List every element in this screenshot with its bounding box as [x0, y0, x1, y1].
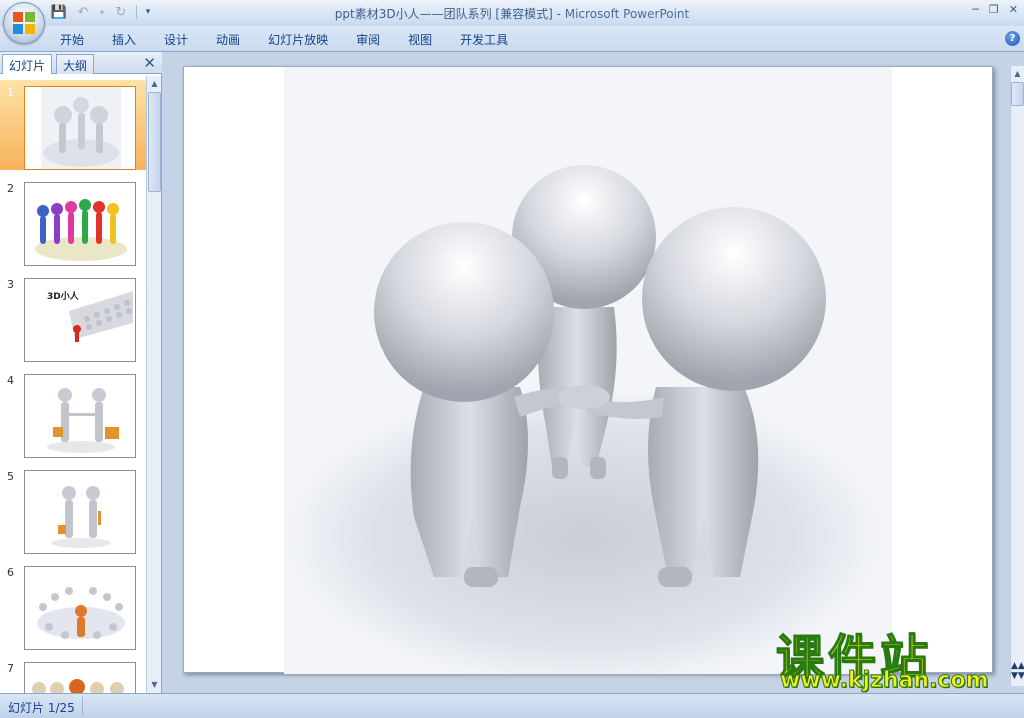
watermark-url-text: www.kjzhan.com — [780, 668, 990, 694]
tab-slideshow[interactable]: 幻灯片放映 — [268, 31, 328, 48]
window-title: ppt素材3D小人——团队系列 [兼容模式] - Microsoft Power… — [0, 5, 1024, 22]
tab-slides[interactable]: 幻灯片 — [2, 54, 53, 74]
window-controls: ─ ❐ ✕ — [972, 3, 1018, 16]
slide-indicator: 幻灯片 1/25 — [8, 701, 75, 715]
status-bar: 幻灯片 1/25 — [0, 693, 1024, 718]
slide-preview — [24, 374, 136, 458]
previous-slide-icon[interactable]: ▲▲ — [1011, 661, 1024, 671]
ribbon-tabs: 开始 插入 设计 动画 幻灯片放映 审阅 视图 开发工具 — [60, 31, 536, 48]
office-logo-icon — [13, 12, 35, 34]
slide-thumbnail-1[interactable]: 1 — [0, 80, 146, 170]
help-icon[interactable]: ? — [1005, 31, 1020, 46]
slide-editor: ▲ ▲▲ ▼▼ — [163, 52, 1024, 693]
restore-icon[interactable]: ❐ — [989, 3, 999, 16]
slide-thumbnail-6[interactable]: 6 — [0, 560, 146, 650]
team-huddle-thumbnail-icon — [41, 87, 121, 169]
handshake-thumbnail-icon — [47, 388, 119, 453]
scroll-up-icon[interactable]: ▲ — [1011, 67, 1024, 80]
crowd-thumbnail-icon — [69, 291, 133, 342]
tab-developer[interactable]: 开发工具 — [460, 31, 508, 48]
slide-preview: 3D小人 — [24, 278, 136, 362]
office-button[interactable] — [3, 2, 45, 44]
slide-image — [284, 67, 892, 687]
scroll-down-icon[interactable]: ▼ — [148, 678, 161, 691]
heads-row-thumbnail-icon — [32, 679, 124, 693]
tab-review[interactable]: 审阅 — [356, 31, 380, 48]
slide-thumbnail-3[interactable]: 3 3D小人 — [0, 272, 146, 362]
thumbnail-list: 1 2 3 3D小人 4 5 6 7 — [0, 76, 146, 693]
tab-insert[interactable]: 插入 — [112, 31, 136, 48]
close-pane-icon[interactable]: ✕ — [143, 54, 156, 72]
slide-preview — [24, 182, 136, 266]
status-divider — [82, 697, 83, 715]
businessmen-thumbnail-icon — [51, 486, 111, 548]
scroll-up-icon[interactable]: ▲ — [148, 77, 161, 90]
colorful-team-thumbnail-icon — [35, 199, 127, 261]
slide-caption: 3D小人 — [47, 292, 79, 302]
thumbnail-scrollbar[interactable]: ▲ ▼ — [146, 76, 161, 693]
slide-number: 5 — [7, 470, 14, 483]
slide-scrollbar[interactable]: ▲ — [1010, 66, 1024, 686]
tab-home[interactable]: 开始 — [60, 31, 84, 48]
app-name: Microsoft PowerPoint — [564, 7, 690, 21]
slide-thumbnail-5[interactable]: 5 — [0, 464, 146, 554]
title-separator: - — [552, 7, 565, 21]
tab-view[interactable]: 视图 — [408, 31, 432, 48]
minimize-icon[interactable]: ─ — [972, 3, 979, 16]
slide-number: 4 — [7, 374, 14, 387]
slides-pane: 幻灯片 大纲 ✕ 1 2 3 3D小人 4 5 6 7 ▲ ▼ — [0, 52, 162, 693]
slide-number: 6 — [7, 566, 14, 579]
document-title: ppt素材3D小人——团队系列 [兼容模式] — [334, 7, 553, 21]
pane-tab-bar: 幻灯片 大纲 ✕ — [0, 52, 162, 74]
scrollbar-thumb[interactable] — [148, 92, 161, 192]
circle-team-thumbnail-icon — [37, 587, 125, 639]
slide-number: 1 — [7, 86, 14, 99]
tab-outline[interactable]: 大纲 — [56, 54, 95, 74]
scrollbar-thumb[interactable] — [1011, 82, 1024, 106]
slide-number: 2 — [7, 182, 14, 195]
slide-preview — [24, 566, 136, 650]
slide-number: 3 — [7, 278, 14, 291]
watermark-logo: 课件站 www.kjzhan.com — [775, 618, 1006, 694]
slide-thumbnail-4[interactable]: 4 — [0, 368, 146, 458]
slide-thumbnail-2[interactable]: 2 — [0, 176, 146, 266]
slide-navigation: ▲▲ ▼▼ — [1011, 661, 1024, 681]
title-bar: 💾 ↶ ▾ ↻ ▾ ppt素材3D小人——团队系列 [兼容模式] - Micro… — [0, 0, 1024, 44]
slide-preview — [24, 470, 136, 554]
ribbon-tab-bar: 开始 插入 设计 动画 幻灯片放映 审阅 视图 开发工具 ? — [0, 26, 1024, 52]
slide-thumbnail-7[interactable]: 7 — [0, 656, 146, 693]
slide-preview — [24, 86, 136, 170]
tab-animations[interactable]: 动画 — [216, 31, 240, 48]
slide-preview — [24, 662, 136, 693]
next-slide-icon[interactable]: ▼▼ — [1011, 671, 1024, 681]
close-icon[interactable]: ✕ — [1009, 3, 1018, 16]
current-slide[interactable] — [183, 66, 993, 687]
tab-design[interactable]: 设计 — [164, 31, 188, 48]
slide-number: 7 — [7, 662, 14, 675]
team-huddle-3d-people-icon — [284, 165, 884, 687]
